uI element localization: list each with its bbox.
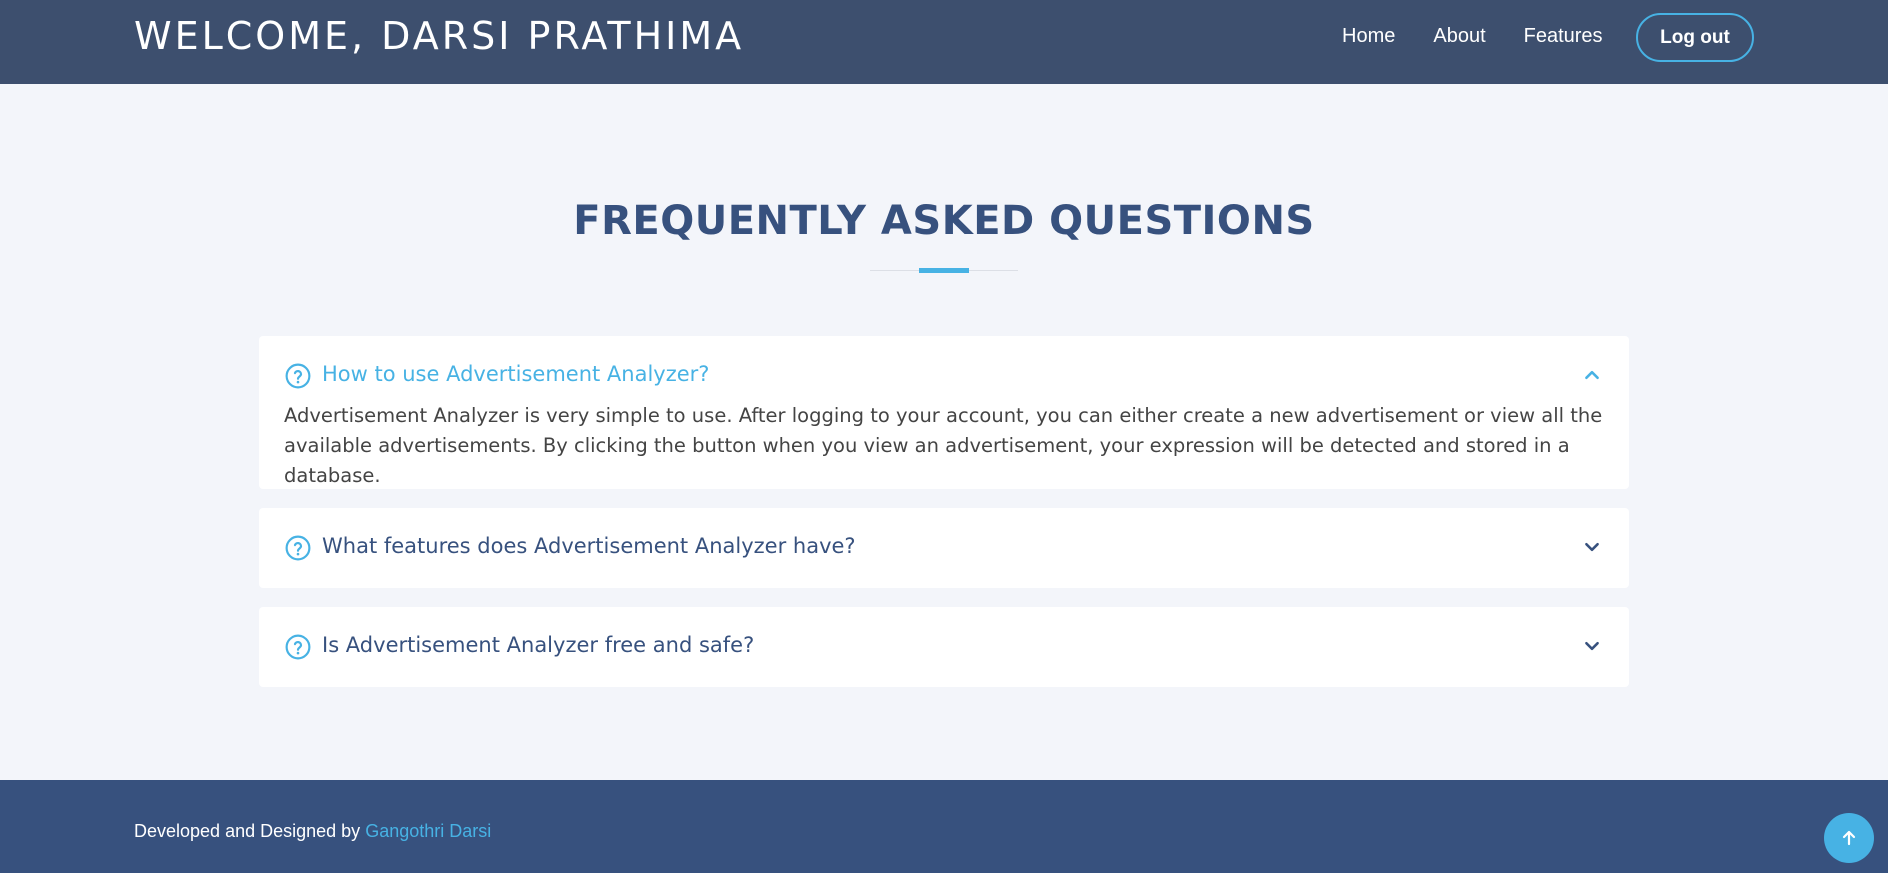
title-divider-accent <box>919 268 969 273</box>
arrow-up-icon <box>1842 830 1856 846</box>
welcome-title: WELCOME, DARSI PRATHIMA <box>134 14 745 58</box>
help-circle-icon <box>285 363 311 389</box>
chevron-down-icon <box>1585 542 1599 552</box>
footer-credit: Developed and Designed by Gangothri Dars… <box>134 821 491 842</box>
faq-section-title: FREQUENTLY ASKED QUESTIONS <box>573 198 1315 244</box>
faq-question-toggle[interactable]: What features does Advertisement Analyze… <box>259 508 1629 588</box>
faq-question-text: How to use Advertisement Analyzer? <box>322 362 710 386</box>
faq-list: How to use Advertisement Analyzer? Adver… <box>259 336 1629 706</box>
header: WELCOME, DARSI PRATHIMA Home About Featu… <box>0 0 1888 84</box>
main-nav: Home About Features <box>1342 25 1641 48</box>
help-circle-icon <box>285 634 311 660</box>
help-circle-icon <box>285 535 311 561</box>
footer: Developed and Designed by Gangothri Dars… <box>0 780 1888 873</box>
nav-link-home[interactable]: Home <box>1342 25 1395 48</box>
back-to-top-button[interactable] <box>1824 813 1874 863</box>
footer-author-link[interactable]: Gangothri Darsi <box>365 821 491 841</box>
nav-link-about[interactable]: About <box>1433 25 1485 48</box>
faq-item: Is Advertisement Analyzer free and safe? <box>259 607 1629 687</box>
faq-item: How to use Advertisement Analyzer? Adver… <box>259 336 1629 489</box>
faq-item: What features does Advertisement Analyze… <box>259 508 1629 588</box>
nav-link-features[interactable]: Features <box>1524 25 1603 48</box>
faq-answer-text: Advertisement Analyzer is very simple to… <box>284 404 1603 487</box>
footer-credit-text: Developed and Designed by <box>134 821 361 841</box>
faq-question-toggle[interactable]: Is Advertisement Analyzer free and safe? <box>259 607 1629 687</box>
faq-question-text: Is Advertisement Analyzer free and safe? <box>322 633 755 657</box>
chevron-down-icon <box>1585 641 1599 651</box>
chevron-up-icon <box>1585 370 1599 380</box>
logout-button[interactable]: Log out <box>1636 13 1754 62</box>
faq-question-text: What features does Advertisement Analyze… <box>322 534 856 558</box>
